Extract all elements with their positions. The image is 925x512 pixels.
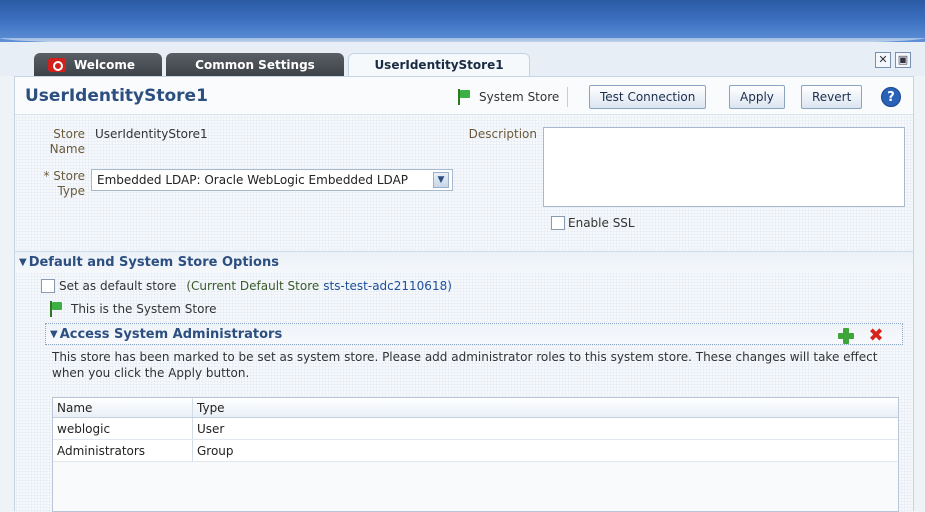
page-title: UserIdentityStore1 [25, 86, 208, 106]
chevron-down-icon[interactable]: ▼ [50, 329, 58, 340]
help-icon[interactable]: ? [881, 87, 901, 107]
column-header-type[interactable]: Type [193, 398, 229, 417]
content-panel: UserIdentityStore1 System Store Test Con… [14, 76, 914, 512]
enable-ssl-label: Enable SSL [568, 216, 635, 230]
description-label: Description [468, 127, 537, 141]
cell-type: User [197, 422, 225, 436]
system-store-note: This is the System Store [71, 302, 217, 316]
test-connection-button[interactable]: Test Connection [589, 85, 707, 109]
tab-useridentitystore1[interactable]: UserIdentityStore1 [348, 53, 530, 76]
current-default-store-link[interactable]: sts-test-adc2110618) [323, 279, 452, 293]
admins-note: This store has been marked to be set as … [52, 350, 878, 380]
chevron-down-icon[interactable]: ▼ [433, 172, 449, 188]
system-store-note-row: This is the System Store [49, 301, 217, 317]
access-admins-section-header[interactable]: ▼ Access System Administrators [45, 323, 903, 345]
default-system-store-section-header[interactable]: ▼ Default and System Store Options [15, 251, 913, 273]
tab-common-settings[interactable]: Common Settings [166, 53, 344, 76]
window-controls: ✕ ▣ [875, 52, 911, 68]
store-type-selected-value: Embedded LDAP: Oracle WebLogic Embedded … [97, 173, 409, 187]
admins-table: Name Type weblogic User Administrators G… [52, 397, 899, 512]
green-flag-icon [49, 301, 63, 317]
store-type-label: * Store Type [25, 169, 85, 199]
access-admins-section-title: Access System Administrators [59, 326, 283, 342]
table-row[interactable]: weblogic User [53, 418, 898, 440]
set-default-checkbox[interactable] [41, 279, 55, 293]
store-type-select[interactable]: Embedded LDAP: Oracle WebLogic Embedded … [91, 169, 453, 191]
store-name-value: UserIdentityStore1 [95, 127, 208, 141]
chevron-down-icon[interactable]: ▼ [19, 257, 27, 268]
cell-type: Group [197, 444, 234, 458]
top-banner [0, 0, 925, 46]
detach-icon[interactable]: ▣ [895, 52, 911, 68]
current-default-prefix: (Current Default Store [186, 279, 320, 293]
apply-button[interactable]: Apply [729, 85, 785, 109]
cell-name: weblogic [53, 418, 193, 439]
store-name-label-line2: Name [49, 142, 85, 156]
enable-ssl-checkbox[interactable] [551, 216, 565, 230]
cell-name: Administrators [53, 440, 193, 461]
set-default-label: Set as default store [59, 279, 177, 293]
tab-welcome[interactable]: Welcome [34, 53, 162, 76]
set-default-row: Set as default store (Current Default St… [41, 279, 452, 293]
default-system-store-section-title: Default and System Store Options [28, 255, 279, 270]
revert-button[interactable]: Revert [801, 85, 863, 109]
store-name-label: Store Name [25, 127, 85, 157]
tab-welcome-label: Welcome [74, 57, 136, 72]
divider [567, 87, 569, 107]
system-store-label: System Store [479, 90, 560, 104]
enable-ssl-row: Enable SSL [551, 216, 635, 230]
add-icon[interactable] [837, 327, 855, 345]
store-type-label-line1: * Store [43, 169, 85, 183]
tab-bar: Welcome Common Settings UserIdentityStor… [0, 42, 925, 76]
page-header: UserIdentityStore1 System Store Test Con… [15, 77, 913, 115]
column-header-name[interactable]: Name [53, 398, 193, 417]
store-type-label-line2: Type [57, 184, 85, 198]
tab-common-settings-label: Common Settings [195, 57, 315, 72]
store-name-label-line1: Store [53, 127, 85, 141]
table-row[interactable]: Administrators Group [53, 440, 898, 462]
system-store-indicator: System Store [457, 87, 569, 107]
green-flag-icon [457, 89, 471, 105]
oracle-logo-icon [48, 57, 66, 72]
table-header: Name Type [53, 398, 898, 418]
description-textarea[interactable] [543, 127, 905, 207]
tab-useridentitystore1-label: UserIdentityStore1 [374, 58, 504, 72]
close-tab-icon[interactable]: ✕ [875, 52, 891, 68]
delete-icon[interactable]: ✖ [867, 327, 885, 345]
